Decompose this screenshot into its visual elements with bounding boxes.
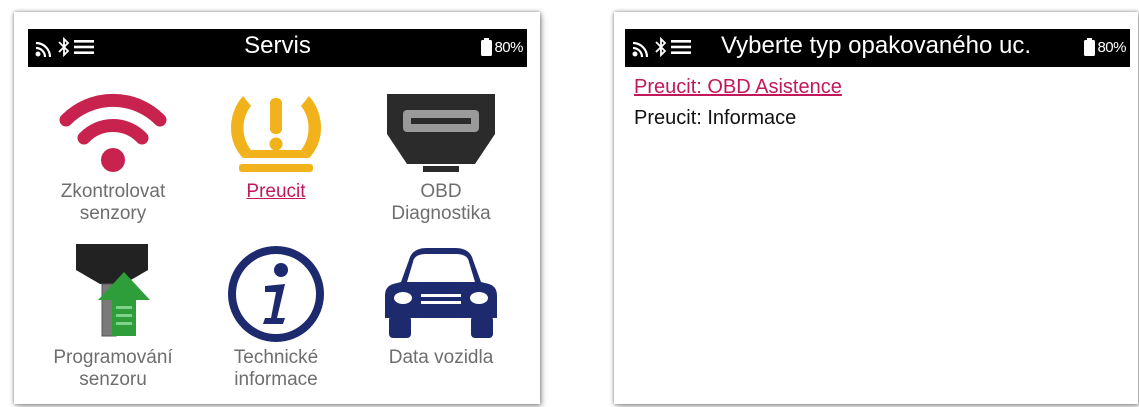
tile-label: senzoru — [79, 369, 147, 390]
screen-title: Servis — [244, 32, 311, 59]
tile-check-sensors[interactable]: Zkontrolovat senzory — [28, 84, 198, 254]
car-icon — [385, 248, 497, 338]
sensor-program-icon — [76, 244, 150, 337]
battery-indicator: 80% — [481, 38, 523, 56]
battery-level: 80% — [494, 38, 523, 56]
tile-label: Zkontrolovat — [60, 181, 166, 202]
menu-icon[interactable] — [671, 39, 691, 55]
menu-item-info[interactable]: Preucit: Informace — [634, 107, 796, 130]
tile-label: OBD — [420, 181, 462, 202]
tile-label: Diagnostika — [391, 203, 491, 224]
status-icons — [631, 37, 691, 57]
tpms-warning-icon — [231, 96, 321, 172]
bluetooth-icon — [655, 37, 667, 57]
tile-relearn[interactable]: Preucit — [191, 84, 361, 254]
tile-label: Technické — [233, 347, 319, 368]
tile-vehicle-data[interactable]: Data vozidla — [356, 244, 526, 404]
relearn-type-screen: Vyberte typ opakovaného uc. 80% Preucit:… — [614, 12, 1138, 404]
status-bar: Vyberte typ opakovaného uc. 80% — [625, 29, 1130, 67]
wifi-icon — [59, 93, 167, 172]
menu-item-obd-assist[interactable]: Preucit: OBD Asistence — [634, 76, 842, 99]
tile-technical-info[interactable]: Technické informace — [191, 244, 361, 404]
tile-label: senzory — [79, 203, 147, 224]
tile-label: Programování — [53, 347, 173, 368]
battery-icon — [1084, 38, 1096, 56]
screen-title: Vyberte typ opakovaného uc. — [721, 32, 1031, 59]
info-icon — [228, 246, 324, 342]
tile-label: Preucit — [246, 181, 306, 202]
tile-label: Data vozidla — [388, 347, 494, 368]
battery-level: 80% — [1097, 38, 1126, 56]
status-bar: Servis 80% — [28, 29, 527, 67]
tile-obd-diagnostics[interactable]: OBD Diagnostika — [356, 84, 526, 254]
obd-connector-icon — [387, 94, 495, 172]
wifi-icon — [632, 41, 649, 57]
tile-sensor-programming[interactable]: Programování senzoru — [28, 244, 198, 404]
service-screen: Servis 80% Zkontrolovat senzory Preucit … — [14, 12, 540, 404]
battery-icon — [481, 38, 493, 56]
battery-indicator: 80% — [1084, 38, 1126, 56]
tile-label: informace — [234, 369, 318, 390]
